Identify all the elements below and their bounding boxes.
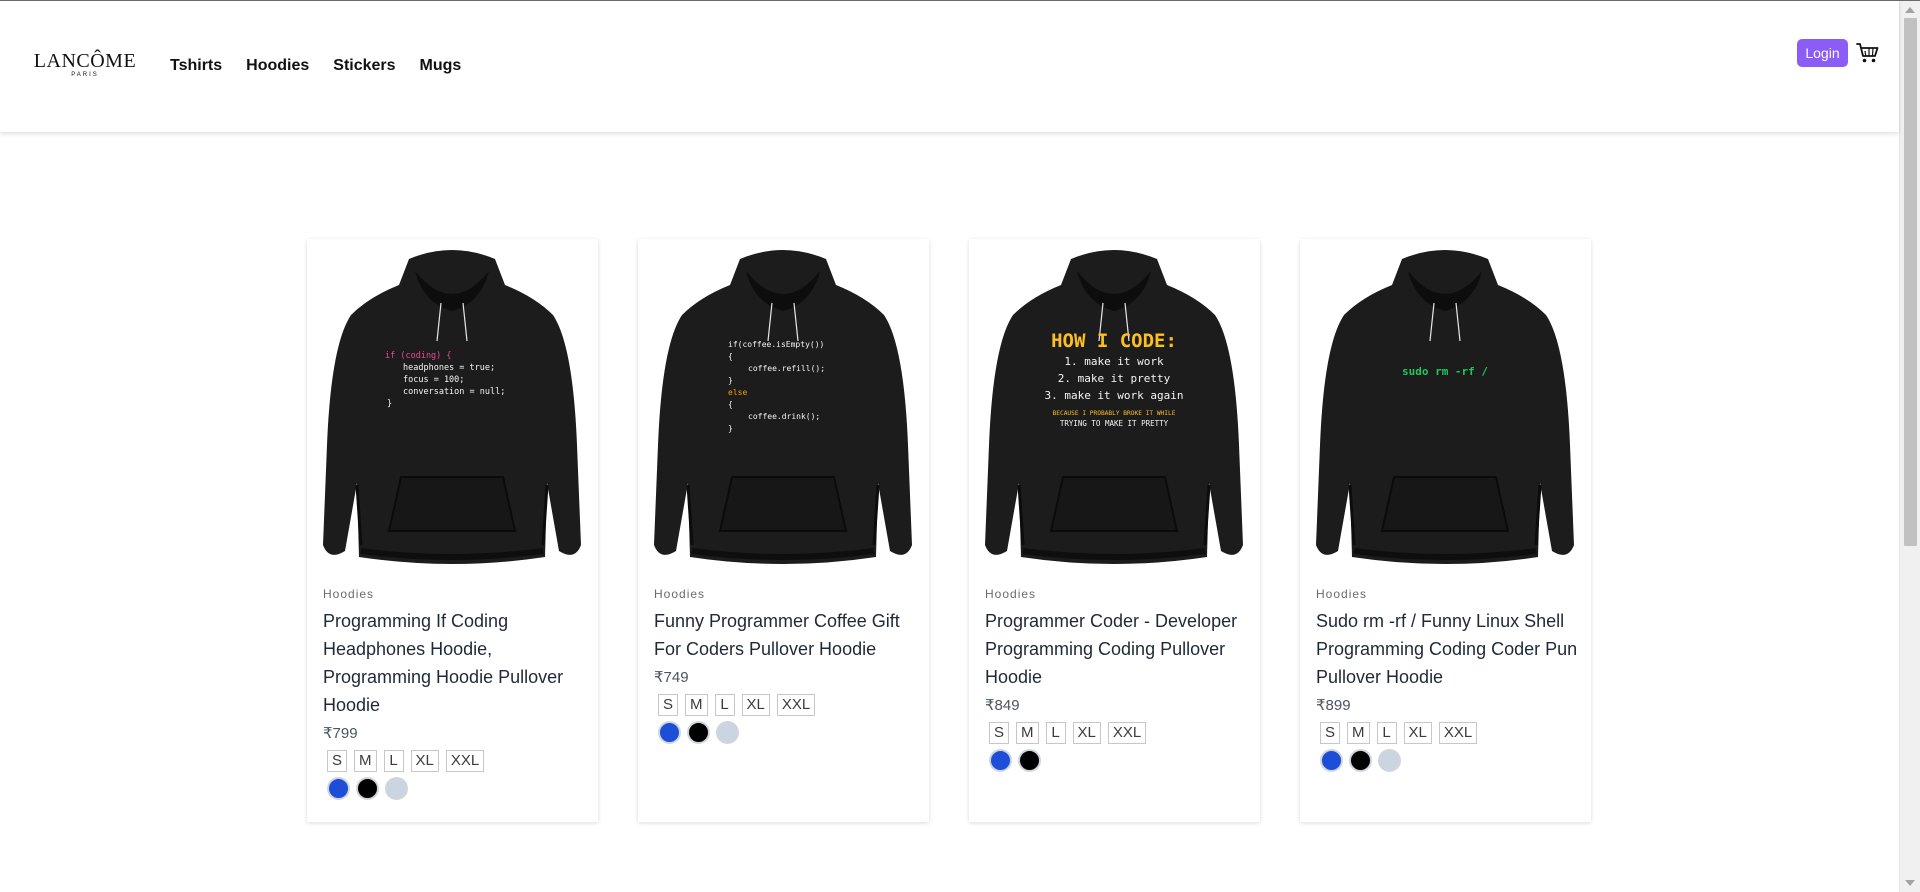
print-line-4: 3. make it work again bbox=[1044, 389, 1183, 402]
print-line-5: } bbox=[387, 399, 392, 409]
print-line-2: { bbox=[728, 352, 733, 361]
cart-icon[interactable] bbox=[1856, 42, 1880, 64]
print-line-1: if (coding) { bbox=[385, 351, 452, 361]
color-swatch-blue[interactable] bbox=[989, 749, 1012, 772]
size-option-l[interactable]: L bbox=[1045, 722, 1066, 744]
color-swatch-black[interactable] bbox=[1349, 749, 1372, 772]
product-image[interactable]: if (coding) { headphones = true; focus =… bbox=[321, 245, 583, 571]
size-option-s[interactable]: S bbox=[1320, 722, 1341, 744]
product-price: ₹799 bbox=[323, 725, 358, 742]
product-category: Hoodies bbox=[654, 587, 706, 601]
brand-name: LANCÔME bbox=[33, 50, 137, 72]
size-option-xxl[interactable]: XXL bbox=[1107, 722, 1147, 744]
size-option-s[interactable]: S bbox=[327, 750, 348, 772]
size-option-l[interactable]: L bbox=[714, 694, 735, 716]
product-price: ₹849 bbox=[985, 697, 1020, 714]
brand-logo[interactable]: LANCÔME PARIS bbox=[31, 51, 139, 81]
nav-link-stickers[interactable]: Stickers bbox=[333, 57, 395, 75]
size-option-xl[interactable]: XL bbox=[410, 750, 439, 772]
print-line-2: 1. make it work bbox=[1064, 355, 1164, 368]
color-swatch-gray[interactable] bbox=[716, 721, 739, 744]
size-option-m[interactable]: M bbox=[685, 694, 708, 716]
product-image[interactable]: sudo rm -rf / bbox=[1314, 245, 1576, 571]
color-swatch-blue[interactable] bbox=[1320, 749, 1343, 772]
size-option-m[interactable]: M bbox=[1016, 722, 1039, 744]
navbar: LANCÔME PARIS Tshirts Hoodies Stickers M… bbox=[0, 1, 1899, 132]
size-option-s[interactable]: S bbox=[658, 694, 679, 716]
nav-link-hoodies[interactable]: Hoodies bbox=[246, 57, 309, 75]
product-title[interactable]: Funny Programmer Coffee Gift For Coders … bbox=[654, 607, 918, 663]
size-option-s[interactable]: S bbox=[989, 722, 1010, 744]
product-card[interactable]: sudo rm -rf / Hoodies Sudo rm -rf / Funn… bbox=[1300, 239, 1591, 822]
product-card[interactable]: if(coffee.isEmpty()) { coffee.refill(); … bbox=[638, 239, 929, 822]
print-line-3: focus = 100; bbox=[403, 375, 464, 385]
print-line-5: else bbox=[728, 388, 747, 397]
print-line-3: coffee.refill(); bbox=[748, 364, 825, 373]
nav-link-tshirts[interactable]: Tshirts bbox=[170, 57, 222, 75]
size-option-xl[interactable]: XL bbox=[1072, 722, 1101, 744]
size-option-xxl[interactable]: XXL bbox=[1438, 722, 1478, 744]
print-line-1: HOW I CODE: bbox=[1051, 330, 1177, 352]
vertical-scrollbar[interactable] bbox=[1899, 1, 1920, 892]
print-line-4: } bbox=[728, 376, 733, 385]
size-option-m[interactable]: M bbox=[354, 750, 377, 772]
size-option-xl[interactable]: XL bbox=[1403, 722, 1432, 744]
size-option-l[interactable]: L bbox=[383, 750, 404, 772]
color-swatch-black[interactable] bbox=[356, 777, 379, 800]
size-options: S M L XL XXL bbox=[1320, 722, 1478, 744]
print-line-5: BECAUSE I PROBABLY BROKE IT WHILE bbox=[1053, 410, 1176, 417]
print-line-8: } bbox=[728, 424, 733, 433]
scroll-up-arrow-icon[interactable] bbox=[1905, 7, 1915, 13]
color-options bbox=[1320, 749, 1401, 772]
print-line-3: 2. make it pretty bbox=[1058, 372, 1171, 385]
print-line-6: { bbox=[728, 400, 733, 409]
size-option-xl[interactable]: XL bbox=[741, 694, 770, 716]
product-price: ₹899 bbox=[1316, 697, 1351, 714]
color-swatch-blue[interactable] bbox=[327, 777, 350, 800]
print-line-7: coffee.drink(); bbox=[748, 412, 820, 421]
product-category: Hoodies bbox=[1316, 587, 1368, 601]
login-button[interactable]: Login bbox=[1797, 39, 1848, 67]
scroll-down-arrow-icon[interactable] bbox=[1905, 880, 1915, 886]
color-swatch-black[interactable] bbox=[687, 721, 710, 744]
size-option-l[interactable]: L bbox=[1376, 722, 1397, 744]
product-title[interactable]: Programmer Coder - Developer Programming… bbox=[985, 607, 1249, 691]
color-swatch-blue[interactable] bbox=[658, 721, 681, 744]
size-options: S M L XL XXL bbox=[658, 694, 816, 716]
nav-link-mugs[interactable]: Mugs bbox=[420, 57, 462, 75]
product-card[interactable]: if (coding) { headphones = true; focus =… bbox=[307, 239, 598, 822]
size-options: S M L XL XXL bbox=[327, 750, 485, 772]
size-options: S M L XL XXL bbox=[989, 722, 1147, 744]
product-card[interactable]: HOW I CODE: 1. make it work 2. make it p… bbox=[969, 239, 1260, 822]
size-option-xxl[interactable]: XXL bbox=[445, 750, 485, 772]
product-image[interactable]: if(coffee.isEmpty()) { coffee.refill(); … bbox=[652, 245, 914, 571]
product-title[interactable]: Programming If Coding Headphones Hoodie,… bbox=[323, 607, 587, 719]
product-image[interactable]: HOW I CODE: 1. make it work 2. make it p… bbox=[983, 245, 1245, 571]
product-title[interactable]: Sudo rm -rf / Funny Linux Shell Programm… bbox=[1316, 607, 1580, 691]
print-line-6: TRYING TO MAKE IT PRETTY bbox=[1060, 419, 1169, 428]
print-line-4: conversation = null; bbox=[403, 387, 505, 397]
color-swatch-gray[interactable] bbox=[1378, 749, 1401, 772]
main-nav: Tshirts Hoodies Stickers Mugs bbox=[170, 57, 461, 75]
color-swatch-gray[interactable] bbox=[385, 777, 408, 800]
product-category: Hoodies bbox=[985, 587, 1037, 601]
print-line-2: headphones = true; bbox=[403, 363, 495, 373]
product-price: ₹749 bbox=[654, 669, 689, 686]
scroll-thumb[interactable] bbox=[1904, 18, 1917, 546]
color-options bbox=[989, 749, 1041, 772]
print-line-1: if(coffee.isEmpty()) bbox=[728, 340, 824, 349]
color-options bbox=[327, 777, 408, 800]
color-options bbox=[658, 721, 739, 744]
size-option-m[interactable]: M bbox=[1347, 722, 1370, 744]
product-category: Hoodies bbox=[323, 587, 375, 601]
size-option-xxl[interactable]: XXL bbox=[776, 694, 816, 716]
print-line-1: sudo rm -rf / bbox=[1402, 365, 1488, 378]
brand-tagline: PARIS bbox=[71, 72, 99, 78]
color-swatch-black[interactable] bbox=[1018, 749, 1041, 772]
